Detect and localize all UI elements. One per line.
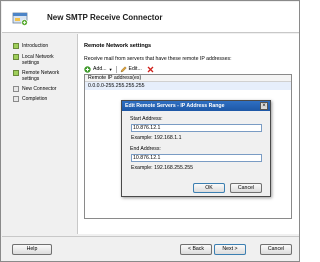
start-address-input[interactable] (131, 124, 262, 132)
nav-item-completion[interactable]: Completion (13, 96, 47, 102)
section-title: Remote Network settings (84, 43, 152, 49)
add-button[interactable]: Add... ▼ (84, 65, 113, 73)
list-toolbar: Add... ▼ Edit... (84, 65, 154, 73)
step-complete-icon (13, 54, 19, 60)
end-address-input[interactable] (131, 154, 262, 162)
start-address-label: Start Address: (130, 116, 163, 122)
edit-ip-range-dialog: Edit Remote Servers - IP Address Range ×… (121, 100, 271, 197)
nav-item-local-network[interactable]: Local Network settings (13, 54, 71, 66)
end-address-label: End Address: (130, 146, 161, 152)
nav-item-remote-network[interactable]: Remote Network settings (13, 70, 71, 82)
close-icon[interactable]: × (260, 102, 268, 110)
wizard-footer: Help < Back Next > Cancel (2, 236, 299, 261)
dialog-cancel-button[interactable]: Cancel (230, 183, 262, 193)
wizard-header: New SMTP Receive Connector (2, 2, 299, 33)
plus-icon (84, 65, 91, 73)
connector-icon (12, 12, 28, 26)
start-address-example: Example: 192.168.1.1 (131, 135, 182, 141)
help-button[interactable]: Help (12, 244, 52, 255)
next-button[interactable]: Next > (214, 244, 246, 255)
add-button-label: Add... (93, 66, 107, 72)
column-header[interactable]: Remote IP address(es) (85, 75, 291, 82)
end-address-example: Example: 192.168.255.255 (131, 165, 194, 171)
dialog-title: Edit Remote Servers - IP Address Range (122, 101, 270, 111)
section-description: Receive mail from servers that have thes… (84, 56, 232, 62)
step-complete-icon (13, 43, 19, 49)
nav-item-label: Local Network settings (22, 54, 54, 66)
list-item[interactable]: 0.0.0.0-255.255.255.255 (85, 82, 291, 90)
nav-item-label: Introduction (22, 43, 49, 49)
step-complete-icon (13, 70, 19, 76)
nav-item-new-connector[interactable]: New Connector (13, 86, 56, 92)
step-pending-icon (13, 86, 19, 92)
wizard-title: New SMTP Receive Connector (47, 13, 163, 22)
wizard-nav: Introduction Local Network settings Remo… (2, 34, 74, 234)
wizard-window: New SMTP Receive Connector Introduction … (0, 0, 300, 262)
nav-item-label: Remote Network settings (22, 70, 60, 82)
back-button[interactable]: < Back (180, 244, 212, 255)
step-pending-icon (13, 96, 19, 102)
nav-item-introduction[interactable]: Introduction (13, 43, 48, 49)
toolbar-separator (115, 65, 117, 73)
edit-button[interactable]: Edit... (120, 65, 142, 73)
ok-button[interactable]: OK (193, 183, 225, 193)
edit-button-label: Edit... (128, 66, 142, 72)
nav-item-label: Completion (22, 96, 48, 102)
cancel-button[interactable]: Cancel (260, 244, 292, 255)
nav-item-label: New Connector (22, 86, 57, 92)
delete-button[interactable] (147, 66, 154, 73)
delete-x-icon (147, 66, 154, 72)
chevron-down-icon: ▼ (108, 66, 113, 72)
pencil-icon (120, 65, 127, 72)
